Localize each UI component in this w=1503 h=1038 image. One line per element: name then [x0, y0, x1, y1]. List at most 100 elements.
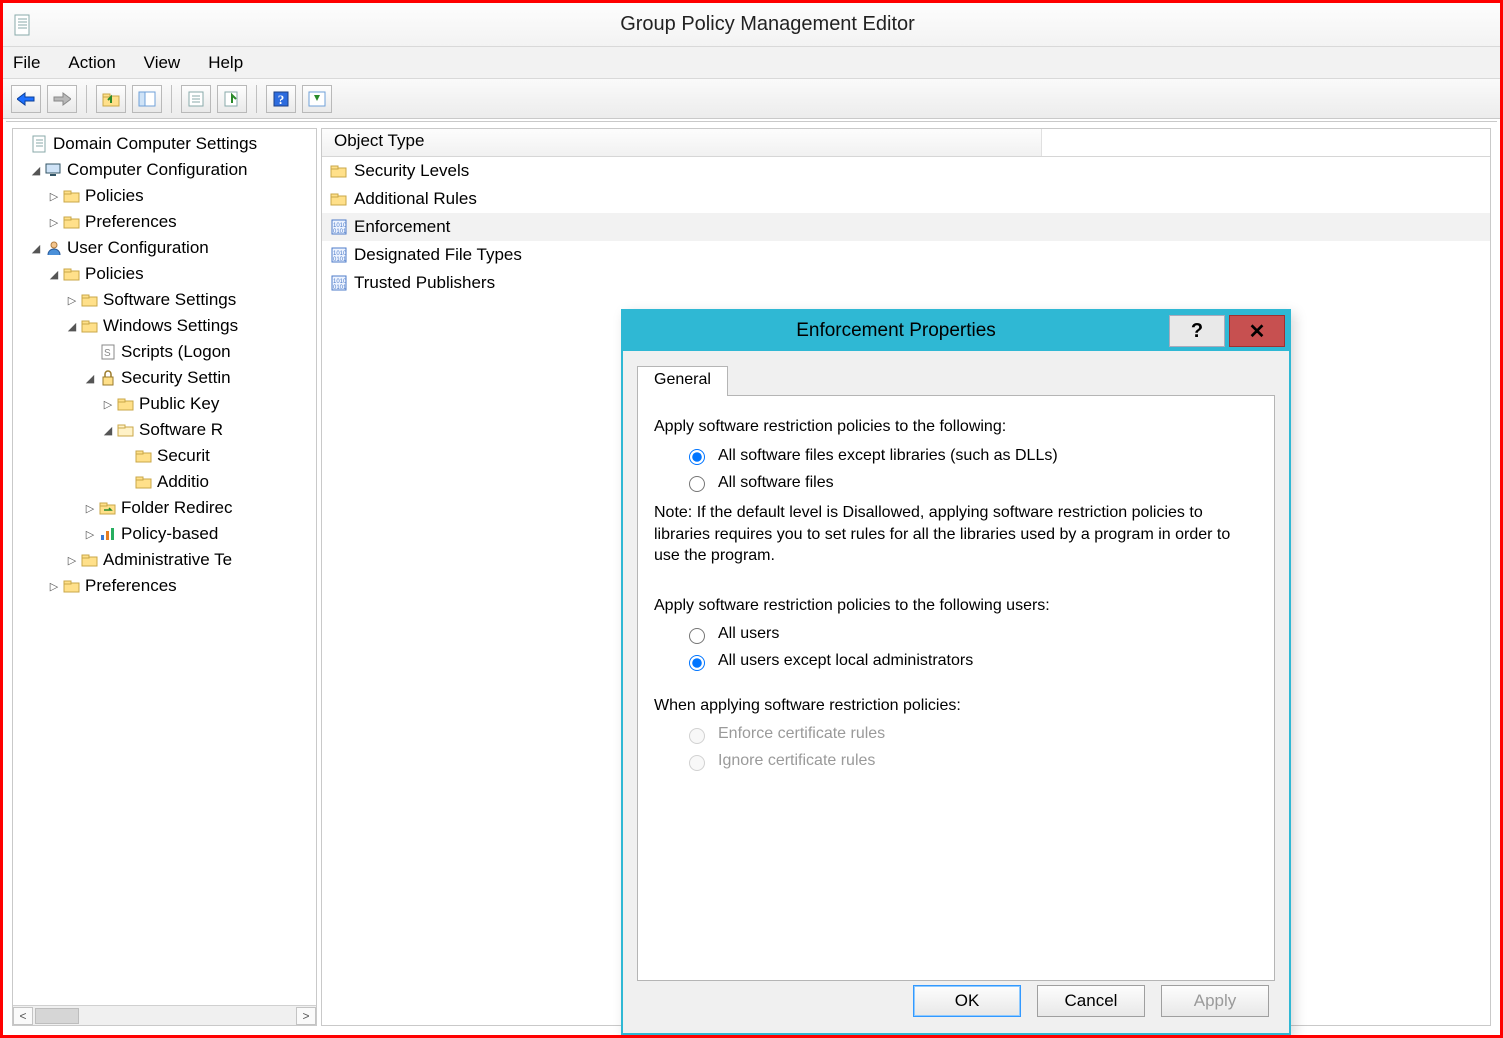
list-item[interactable]: Security Levels: [322, 157, 1490, 185]
properties-button[interactable]: [181, 85, 211, 113]
list-header[interactable]: Object Type: [322, 129, 1490, 157]
expander-closed-icon[interactable]: ▷: [47, 216, 61, 229]
dialog-titlebar[interactable]: Enforcement Properties ? ✕: [623, 311, 1289, 351]
list-item-label: Enforcement: [354, 217, 450, 237]
show-hide-tree-button[interactable]: [132, 85, 162, 113]
radio-all-files[interactable]: All software files: [684, 473, 1258, 492]
tree-label: Public Key: [137, 394, 219, 414]
tree-label: Preferences: [83, 576, 177, 596]
radio-input: [689, 728, 705, 744]
tree-item-software-restriction[interactable]: ◢ Software R: [13, 417, 316, 443]
tree-label: Administrative Te: [101, 550, 232, 570]
expander-open-icon[interactable]: ◢: [101, 424, 115, 437]
tree-label: Additio: [155, 472, 209, 492]
radio-enforce-cert: Enforce certificate rules: [684, 725, 1258, 744]
policy-icon: [29, 135, 51, 153]
radio-all-users[interactable]: All users: [684, 625, 1258, 644]
tree-label: Policies: [83, 264, 144, 284]
scroll-left-arrow[interactable]: <: [13, 1007, 33, 1025]
tree-item-security-settings[interactable]: ◢ Security Settin: [13, 365, 316, 391]
expander-open-icon[interactable]: ◢: [29, 242, 43, 255]
radio-label: Enforce certificate rules: [718, 725, 885, 743]
expander-closed-icon[interactable]: ▷: [47, 580, 61, 593]
scroll-right-arrow[interactable]: >: [296, 1007, 316, 1025]
tree-item-uc-preferences[interactable]: ▷ Preferences: [13, 573, 316, 599]
help-button[interactable]: ?: [266, 85, 296, 113]
tree-item-user-configuration[interactable]: ◢ User Configuration: [13, 235, 316, 261]
tree-view[interactable]: Domain Computer Settings ◢ Computer Conf…: [13, 129, 316, 1005]
expander-open-icon[interactable]: ◢: [47, 268, 61, 281]
dialog-close-button[interactable]: ✕: [1229, 315, 1285, 347]
forward-button[interactable]: [47, 85, 77, 113]
tree-item-preferences[interactable]: ▷ Preferences: [13, 209, 316, 235]
folder-icon: [79, 551, 101, 569]
folder-icon: [328, 190, 350, 208]
folder-icon: [133, 447, 155, 465]
tree-item-policies[interactable]: ▷ Policies: [13, 183, 316, 209]
tree-horizontal-scrollbar[interactable]: < >: [13, 1005, 316, 1025]
tab-general[interactable]: General: [637, 366, 728, 396]
radio-input[interactable]: [689, 655, 705, 671]
tree-label: Software Settings: [101, 290, 236, 310]
tree-item-windows-settings[interactable]: ◢ Windows Settings: [13, 313, 316, 339]
radio-input: [689, 755, 705, 771]
scroll-thumb[interactable]: [35, 1008, 79, 1024]
list-item[interactable]: Additional Rules: [322, 185, 1490, 213]
ok-button[interactable]: OK: [913, 985, 1021, 1017]
list-item[interactable]: 10100101Trusted Publishers: [322, 269, 1490, 297]
tree-item-scripts[interactable]: S Scripts (Logon: [13, 339, 316, 365]
cancel-button[interactable]: Cancel: [1037, 985, 1145, 1017]
dialog-help-button[interactable]: ?: [1169, 315, 1225, 347]
tree-item-software-settings[interactable]: ▷ Software Settings: [13, 287, 316, 313]
export-button[interactable]: [217, 85, 247, 113]
app-icon: [13, 14, 35, 36]
tree-item-security-levels[interactable]: Securit: [13, 443, 316, 469]
menu-file[interactable]: File: [13, 53, 40, 73]
radio-label: Ignore certificate rules: [718, 752, 875, 770]
menu-view[interactable]: View: [144, 53, 181, 73]
expander-open-icon[interactable]: ◢: [83, 372, 97, 385]
tree-label: Software R: [137, 420, 223, 440]
toolbar-separator: [86, 85, 87, 113]
tree-item-admin-templates[interactable]: ▷ Administrative Te: [13, 547, 316, 573]
column-header-object-type[interactable]: Object Type: [322, 129, 1042, 156]
list-item[interactable]: 10100101Designated File Types: [322, 241, 1490, 269]
folder-redirect-icon: [97, 499, 119, 517]
tree-item-additional-rules[interactable]: Additio: [13, 469, 316, 495]
radio-input[interactable]: [689, 449, 705, 465]
filter-button[interactable]: [302, 85, 332, 113]
tree-item-folder-redirection[interactable]: ▷ Folder Redirec: [13, 495, 316, 521]
tree-item-uc-policies[interactable]: ◢ Policies: [13, 261, 316, 287]
outer-frame: Group Policy Management Editor File Acti…: [0, 0, 1503, 1038]
expander-closed-icon[interactable]: ▷: [65, 294, 79, 307]
tree-item-public-key[interactable]: ▷ Public Key: [13, 391, 316, 417]
tree-item-computer-configuration[interactable]: ◢ Computer Configuration: [13, 157, 316, 183]
expander-closed-icon[interactable]: ▷: [83, 502, 97, 515]
expander-closed-icon[interactable]: ▷: [101, 398, 115, 411]
folder-icon: [115, 395, 137, 413]
radio-label: All users: [718, 625, 779, 643]
back-button[interactable]: [11, 85, 41, 113]
toolbar-separator: [171, 85, 172, 113]
radio-input[interactable]: [689, 628, 705, 644]
expander-closed-icon[interactable]: ▷: [47, 190, 61, 203]
tree-label: Windows Settings: [101, 316, 238, 336]
radio-users-except-admins[interactable]: All users except local administrators: [684, 652, 1258, 671]
menu-action[interactable]: Action: [68, 53, 115, 73]
radio-input[interactable]: [689, 476, 705, 492]
svg-text:0101: 0101: [333, 285, 347, 291]
tree-item-policy-based[interactable]: ▷ Policy-based: [13, 521, 316, 547]
expander-closed-icon[interactable]: ▷: [83, 528, 97, 541]
tree-label: Scripts (Logon: [119, 342, 231, 362]
up-level-button[interactable]: [96, 85, 126, 113]
list-item[interactable]: 10100101Enforcement: [322, 213, 1490, 241]
menu-help[interactable]: Help: [208, 53, 243, 73]
list-body: Security LevelsAdditional Rules10100101E…: [322, 157, 1490, 297]
expander-open-icon[interactable]: ◢: [29, 164, 43, 177]
lock-icon: [97, 369, 119, 387]
tree-root[interactable]: Domain Computer Settings: [13, 131, 316, 157]
folder-icon: [328, 162, 350, 180]
expander-closed-icon[interactable]: ▷: [65, 554, 79, 567]
radio-files-except-libs[interactable]: All software files except libraries (suc…: [684, 446, 1258, 465]
expander-open-icon[interactable]: ◢: [65, 320, 79, 333]
